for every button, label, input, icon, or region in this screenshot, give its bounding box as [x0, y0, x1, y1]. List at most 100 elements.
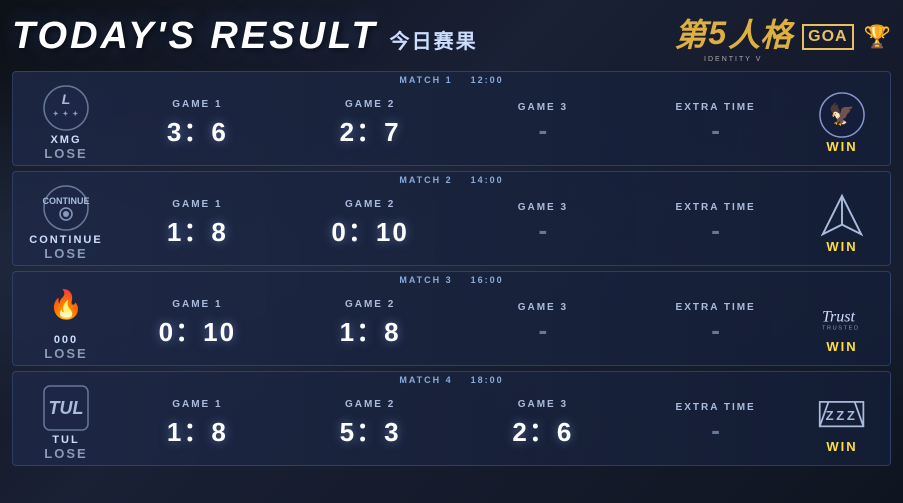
- game-col: GAME 2 0：10: [320, 199, 420, 249]
- game-col: EXTRA TIME -: [666, 202, 766, 246]
- game-dash: -: [539, 215, 548, 246]
- svg-text:CONTINUE: CONTINUE: [43, 196, 90, 206]
- team-name: 000: [54, 334, 78, 346]
- game-dash: -: [711, 115, 720, 146]
- identity-num: 第: [674, 10, 706, 56]
- sub-title: 今日赛果: [390, 25, 478, 54]
- extra-time-label: EXTRA TIME: [676, 102, 756, 113]
- match-row: MATCH 3 16:00 🔥 000 LOSE GAME 1 0：10 GAM…: [12, 271, 891, 366]
- header: TODAY'S RESULT 今日赛果 第 5 人格 IDENTITY V GO…: [12, 10, 891, 63]
- game-label: GAME 2: [345, 99, 395, 110]
- team-right: ZZZ WIN: [802, 383, 882, 454]
- game-dash: -: [711, 215, 720, 246]
- team-result-win: WIN: [826, 439, 857, 454]
- game-label: GAME 1: [172, 299, 222, 310]
- svg-text:L: L: [62, 91, 71, 107]
- extra-time-label: EXTRA TIME: [676, 402, 756, 413]
- game-col: GAME 3 -: [493, 202, 593, 246]
- game-dash: -: [539, 315, 548, 346]
- svg-text:🦅: 🦅: [829, 102, 855, 127]
- game-dash: -: [711, 415, 720, 446]
- game-col: EXTRA TIME -: [666, 402, 766, 446]
- page: TODAY'S RESULT 今日赛果 第 5 人格 IDENTITY V GO…: [0, 0, 903, 503]
- games-container: GAME 1 1：8 GAME 2 5：3 GAME 3 2：6 EXTRA T…: [111, 389, 802, 449]
- team-result-lose: LOSE: [44, 246, 87, 261]
- game-score: 2：7: [340, 112, 401, 149]
- game-col: GAME 2 2：7: [320, 99, 420, 149]
- game-col: GAME 3 2：6: [493, 399, 593, 449]
- svg-text:🔥: 🔥: [49, 288, 84, 321]
- match-row: MATCH 2 14:00 CONTINUE CONTINUE LOSE GAM…: [12, 171, 891, 266]
- game-col: GAME 1 3：6: [147, 99, 247, 149]
- svg-text:TRUSTED: TRUSTED: [822, 325, 860, 331]
- game-label: GAME 2: [345, 399, 395, 410]
- match-row: MATCH 4 18:00 TUL TUL LOSE GAME 1 1：8: [12, 371, 891, 466]
- team-name: CONTINUE: [29, 234, 102, 246]
- game-col: EXTRA TIME -: [666, 102, 766, 146]
- team-right: Trust TRUSTED WIN: [802, 283, 882, 354]
- team-left: CONTINUE CONTINUE LOSE: [21, 176, 111, 261]
- team-logo-continue: CONTINUE: [42, 184, 90, 232]
- game-col: GAME 1 1：8: [147, 199, 247, 249]
- team-name: XMG: [50, 134, 81, 146]
- game-col: GAME 3 -: [493, 302, 593, 346]
- identity-logo: 第 5 人格 IDENTITY V: [674, 10, 792, 63]
- games-container: GAME 1 1：8 GAME 2 0：10 GAME 3 - EXTRA TI…: [111, 189, 802, 249]
- extra-time-label: EXTRA TIME: [676, 302, 756, 313]
- game-col: GAME 3 -: [493, 102, 593, 146]
- team-right: WIN: [802, 183, 882, 254]
- game-dash: -: [711, 315, 720, 346]
- svg-text:Trust: Trust: [822, 308, 855, 325]
- match-row: MATCH 1 12:00 L ✦ ✦ ✦ XMG LOSE GAME 1 3：…: [12, 71, 891, 166]
- team-left: TUL TUL LOSE: [21, 376, 111, 461]
- game-score: 2：6: [512, 412, 573, 449]
- goa-logo: GOA: [802, 24, 853, 50]
- game-dash: -: [539, 115, 548, 146]
- matches-container: MATCH 1 12:00 L ✦ ✦ ✦ XMG LOSE GAME 1 3：…: [12, 71, 891, 466]
- team-result-win: WIN: [826, 339, 857, 354]
- game-col: GAME 1 0：10: [147, 299, 247, 349]
- match-label: MATCH 4 18:00: [399, 375, 503, 385]
- team-logo-trust: Trust TRUSTED: [818, 291, 866, 339]
- game-col: GAME 2 5：3: [320, 399, 420, 449]
- team-result-lose: LOSE: [44, 446, 87, 461]
- game-score: 1：8: [167, 412, 228, 449]
- game-score: 5：3: [340, 412, 401, 449]
- team-result-lose: LOSE: [44, 146, 87, 161]
- game-col: GAME 1 1：8: [147, 399, 247, 449]
- match-label: MATCH 3 16:00: [399, 275, 503, 285]
- games-container: GAME 1 3：6 GAME 2 2：7 GAME 3 - EXTRA TIM…: [111, 89, 802, 149]
- team-left: 🔥 000 LOSE: [21, 276, 111, 361]
- game-label: GAME 3: [518, 399, 568, 410]
- logos: 第 5 人格 IDENTITY V GOA 🏆: [674, 10, 891, 63]
- game-score: 1：8: [167, 212, 228, 249]
- game-score: 3：6: [167, 112, 228, 149]
- team-logo-xmg: L ✦ ✦ ✦: [42, 84, 90, 132]
- games-container: GAME 1 0：10 GAME 2 1：8 GAME 3 - EXTRA TI…: [111, 289, 802, 349]
- game-label: GAME 3: [518, 102, 568, 113]
- game-label: GAME 3: [518, 202, 568, 213]
- extra-time-label: EXTRA TIME: [676, 202, 756, 213]
- team-left: L ✦ ✦ ✦ XMG LOSE: [21, 76, 111, 161]
- team-logo-arrow: [818, 191, 866, 239]
- game-label: GAME 3: [518, 302, 568, 313]
- match-label: MATCH 2 14:00: [399, 175, 503, 185]
- team-result-lose: LOSE: [44, 346, 87, 361]
- trophy-icon: 🏆: [864, 24, 891, 50]
- identity-5: 5: [708, 15, 726, 52]
- title-group: TODAY'S RESULT 今日赛果: [12, 15, 478, 58]
- game-score: 1：8: [340, 312, 401, 349]
- game-score: 0：10: [331, 212, 408, 249]
- team-logo-zzz: ZZZ: [818, 391, 866, 439]
- identity-sub: IDENTITY V: [704, 56, 762, 63]
- team-logo-right: 🦅: [818, 91, 866, 139]
- svg-text:ZZZ: ZZZ: [826, 408, 858, 423]
- game-label: GAME 2: [345, 299, 395, 310]
- team-logo-flame: 🔥: [42, 284, 90, 332]
- game-col: EXTRA TIME -: [666, 302, 766, 346]
- game-label: GAME 1: [172, 199, 222, 210]
- team-logo-tul: TUL: [42, 384, 90, 432]
- svg-text:✦ ✦ ✦: ✦ ✦ ✦: [53, 110, 80, 118]
- game-score: 0：10: [159, 312, 236, 349]
- team-name: TUL: [52, 434, 79, 446]
